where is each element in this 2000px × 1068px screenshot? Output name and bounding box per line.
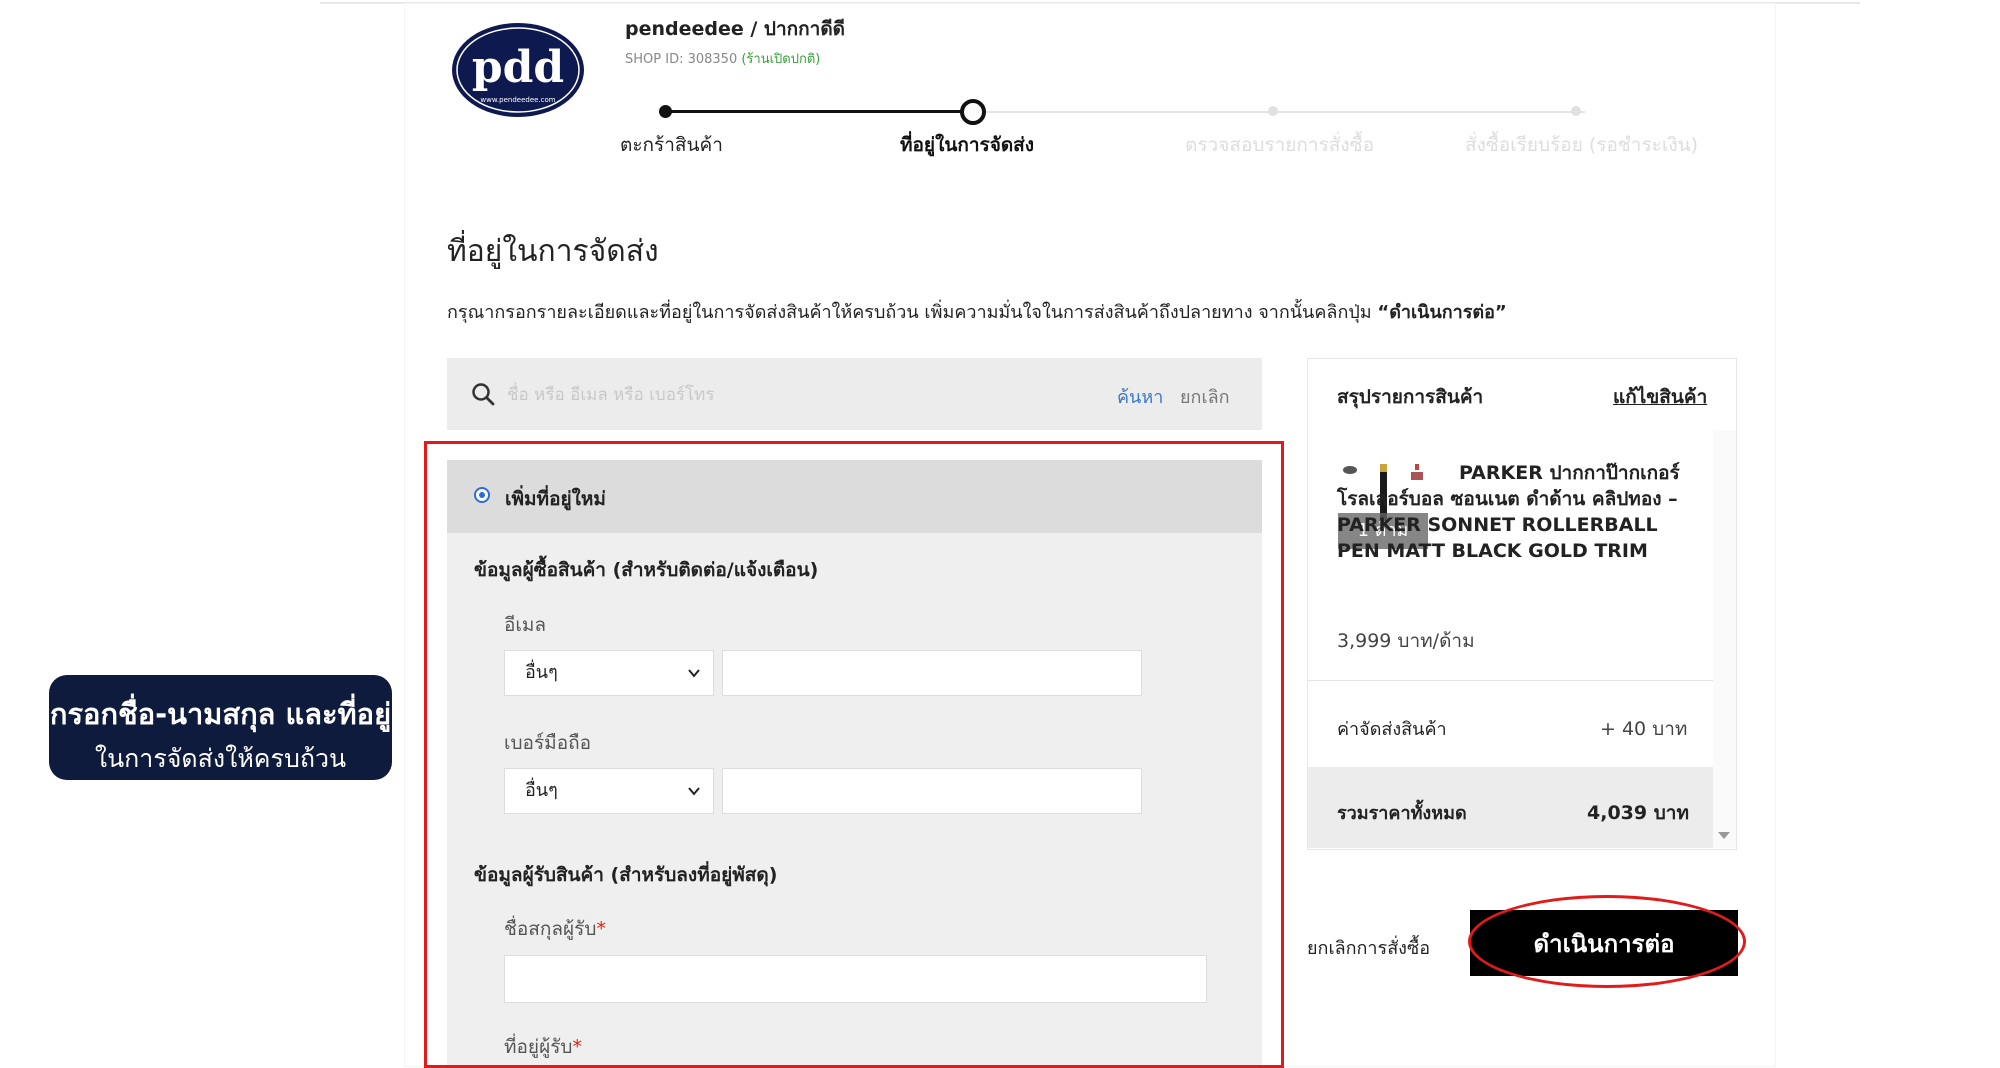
callout-line1: กรอกชื่อ-นามสกุล และที่อยู่ xyxy=(49,697,392,731)
step-dot-cart xyxy=(659,105,672,118)
product-name: PARKER ปากกาป๊ากเกอร์ โรลเลอร์บอล ซอนเนต… xyxy=(1337,462,1680,562)
callout-line2: ในการจัดส่งให้ครบถ้วน xyxy=(94,744,347,773)
address-search-input[interactable] xyxy=(505,380,1069,410)
shipping-label: ค่าจัดส่งสินค้า xyxy=(1337,719,1447,740)
form-highlight-box xyxy=(424,441,1284,1068)
step-label-cart[interactable]: ตะกร้าสินค้า xyxy=(620,130,723,160)
step-dot-review xyxy=(1268,106,1278,116)
summary-scrollbar[interactable] xyxy=(1713,430,1736,848)
instructions-button-ref: “ดำเนินการต่อ” xyxy=(1377,302,1507,323)
instructions-text: กรุณากรอกรายละเอียดและที่อยู่ในการจัดส่ง… xyxy=(447,302,1378,323)
search-button[interactable]: ค้นหา xyxy=(1117,382,1163,411)
page-title: ที่อยู่ในการจัดส่ง xyxy=(447,234,659,269)
search-icon xyxy=(472,383,495,406)
cancel-order-link[interactable]: ยกเลิกการสั่งซื้อ xyxy=(1307,933,1430,962)
summary-title: สรุปรายการสินค้า xyxy=(1337,386,1484,408)
shop-logo: pdd www.pendeedee.com xyxy=(452,23,584,117)
shop-status: (ร้านเปิดปกติ) xyxy=(741,52,821,67)
logo-text: pdd xyxy=(472,42,564,93)
product-price: 3,999 บาท/ด้าม xyxy=(1337,630,1475,652)
scroll-down-icon[interactable] xyxy=(1718,832,1730,839)
instruction-callout: กรอกชื่อ-นามสกุล และที่อยู่ ในการจัดส่งใ… xyxy=(49,675,392,780)
continue-button[interactable]: ดำเนินการต่อ xyxy=(1470,910,1738,976)
shipping-value: + 40 บาท xyxy=(1600,718,1688,740)
step-label-complete: สั่งซื้อเรียบร้อย (รอชำระเงิน) xyxy=(1465,134,1699,156)
total-label: รวมราคาทั้งหมด xyxy=(1337,803,1467,824)
search-cancel-button[interactable]: ยกเลิก xyxy=(1180,382,1230,411)
instructions: กรุณากรอกรายละเอียดและที่อยู่ในการจัดส่ง… xyxy=(447,297,1507,326)
stepper-line-todo xyxy=(985,111,1585,113)
shop-name: pendeedee / ปากกาดีดี xyxy=(625,18,846,40)
step-dot-complete xyxy=(1571,106,1581,116)
edit-items-link[interactable]: แก้ไขสินค้า xyxy=(1613,382,1707,412)
summary-divider xyxy=(1308,680,1713,681)
shop-id: SHOP ID: 308350 (ร้านเปิดปกติ) xyxy=(625,48,820,69)
total-value: 4,039 บาท xyxy=(1587,802,1689,824)
step-dot-shipping xyxy=(960,99,986,125)
shop-id-text: SHOP ID: 308350 xyxy=(625,52,738,67)
logo-subtext: www.pendeedee.com xyxy=(480,96,555,104)
stepper-line-done xyxy=(665,110,973,113)
step-label-shipping: ที่อยู่ในการจัดส่ง xyxy=(900,134,1035,156)
step-label-review: ตรวจสอบรายการสั่งซื้อ xyxy=(1185,134,1374,156)
